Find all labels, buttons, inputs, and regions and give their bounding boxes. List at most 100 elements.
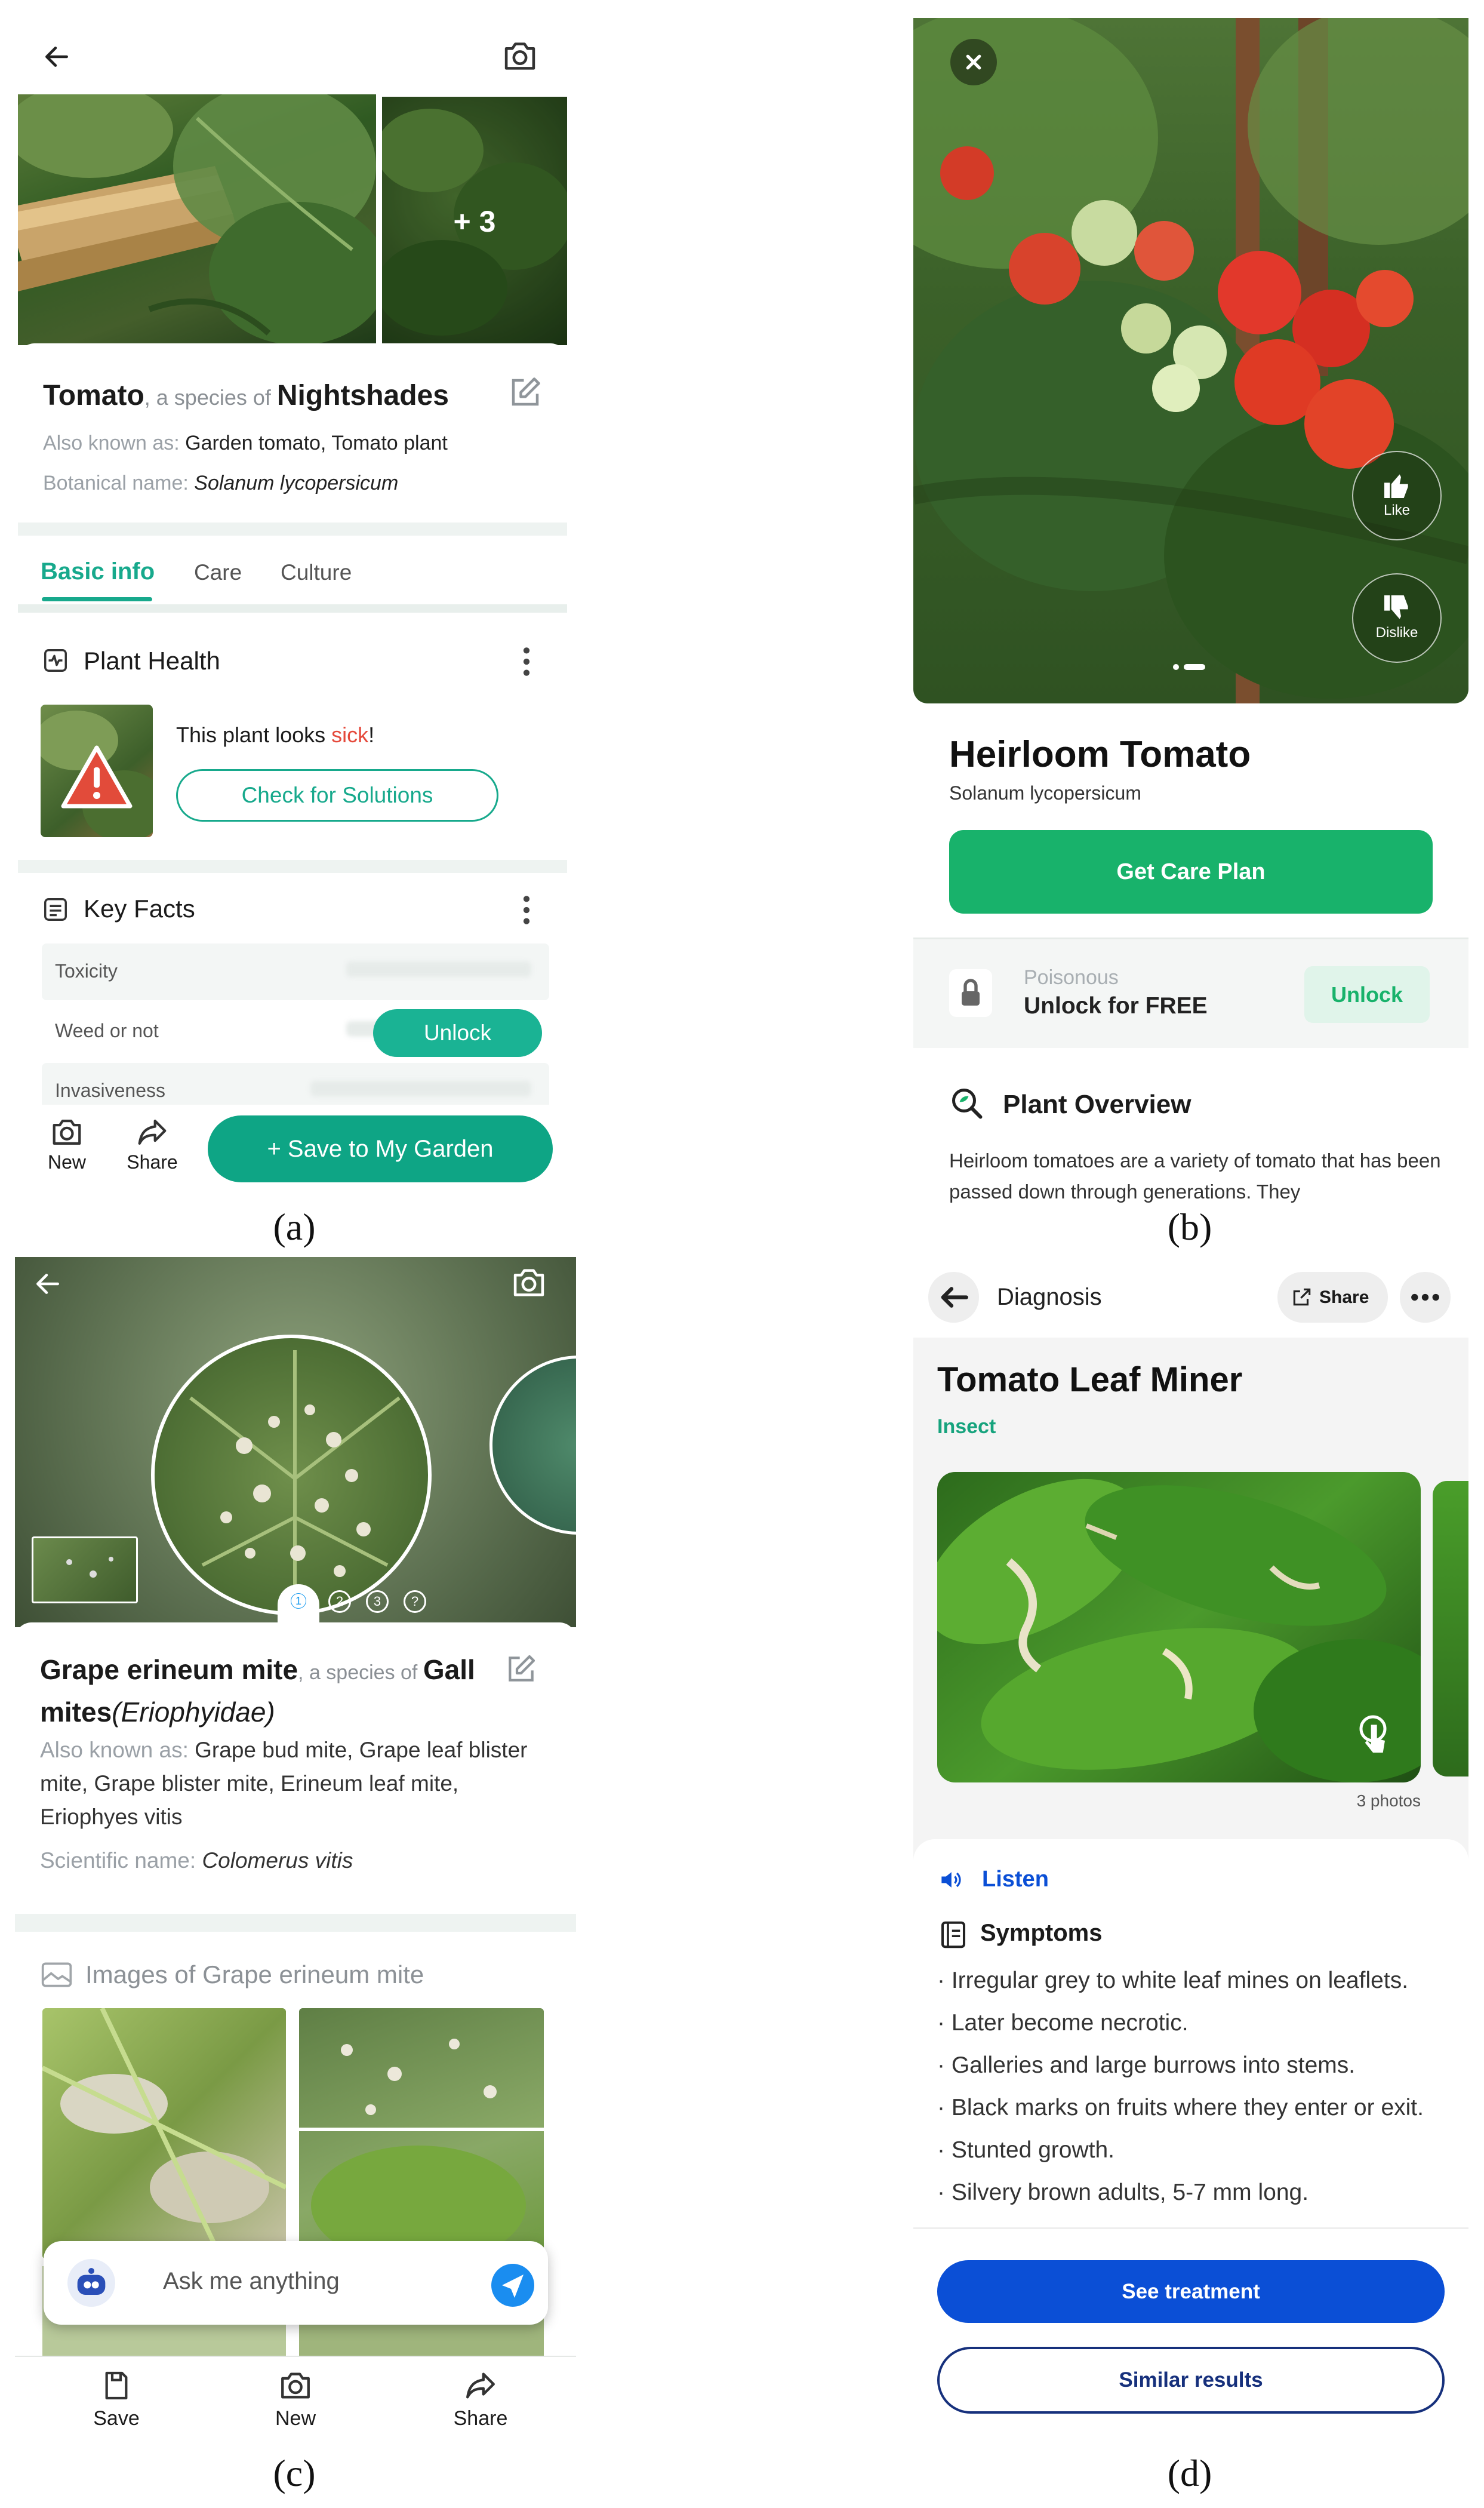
tab-culture[interactable]: Culture	[281, 560, 352, 585]
diagnosis-title: Tomato Leaf Miner	[937, 1360, 1243, 1399]
plant-info-card: Tomato, a species of Nightshades Also kn…	[18, 343, 567, 522]
camera-icon[interactable]	[510, 1266, 547, 1299]
new-button[interactable]: New	[43, 1117, 91, 1173]
pulse-icon	[42, 647, 69, 674]
caption-c: (c)	[273, 2452, 316, 2494]
panel-d: Diagnosis Share Tomato Leaf Miner Insect…	[913, 1257, 1468, 2508]
leaf-miner-photo[interactable]	[937, 1472, 1421, 1782]
unlock-label: Unlock	[423, 1021, 492, 1045]
like-button[interactable]: Like	[1352, 451, 1442, 540]
see-treatment-label: See treatment	[1122, 2280, 1260, 2303]
species-of-label: , a species of	[144, 385, 277, 410]
unlock-button[interactable]: Unlock	[373, 1009, 542, 1057]
share-icon	[138, 1119, 167, 1145]
page-2[interactable]: 2	[328, 1590, 351, 1613]
camera-icon[interactable]	[501, 39, 538, 73]
header-title: Diagnosis	[997, 1284, 1102, 1310]
gallery-image-1[interactable]	[42, 2008, 286, 2259]
fact-label: Toxicity	[55, 960, 118, 982]
botanical-label: Botanical name:	[43, 472, 195, 494]
caption-b: (b)	[1167, 1206, 1212, 1248]
new-label: New	[47, 1151, 86, 1173]
panel-b: Like Dislike Heirloom Tomato Solanum lyc…	[913, 0, 1468, 1212]
send-icon[interactable]	[491, 2264, 534, 2307]
tomato-photo[interactable]: Like Dislike	[913, 18, 1468, 703]
share-button[interactable]: Share	[119, 1117, 185, 1173]
dislike-label: Dislike	[1375, 625, 1418, 641]
more-horizontal-icon[interactable]	[1400, 1272, 1451, 1323]
tab-care[interactable]: Care	[194, 560, 242, 585]
care-plan-label: Get Care Plan	[1116, 859, 1266, 884]
images-icon	[40, 1960, 73, 1989]
back-button[interactable]	[928, 1272, 979, 1323]
fact-label: Weed or not	[55, 1020, 159, 1041]
more-vertical-icon[interactable]	[521, 645, 532, 678]
unlock-button[interactable]: Unlock	[1304, 966, 1430, 1023]
share-button[interactable]: Share	[1277, 1272, 1388, 1323]
tab-indicator	[42, 597, 152, 601]
close-icon[interactable]	[950, 39, 997, 85]
get-care-plan-button[interactable]: Get Care Plan	[949, 830, 1433, 914]
gallery-image-2[interactable]	[299, 2008, 544, 2259]
ask-placeholder: Ask me anything	[163, 2268, 340, 2294]
plant-family[interactable]: Nightshades	[277, 380, 449, 411]
more-photos-thumbnail[interactable]: + 3	[382, 97, 567, 345]
thumbs-up-icon	[1384, 474, 1408, 498]
nav-save[interactable]: Save	[81, 2369, 152, 2430]
plant-search-icon	[949, 1086, 985, 1121]
save-to-garden-label: + Save to My Garden	[267, 1136, 494, 1162]
symptom-item: · Black marks on fruits where they enter…	[937, 2095, 1424, 2120]
page-1[interactable]: 1	[291, 1593, 306, 1609]
symptom-text: Stunted growth.	[951, 2137, 1114, 2163]
aka-label: Also known as:	[40, 1738, 195, 1762]
edit-icon[interactable]	[504, 1652, 538, 1686]
camera-icon	[53, 1119, 81, 1145]
book-icon	[937, 1919, 969, 1951]
symptom-text: Later become necrotic.	[951, 2010, 1189, 2036]
mite-photo-carousel[interactable]	[15, 1257, 576, 1627]
lock-icon	[949, 969, 992, 1017]
edit-icon[interactable]	[507, 374, 543, 410]
more-vertical-icon[interactable]	[521, 893, 532, 927]
botanical-value: Solanum lycopersicum	[194, 472, 399, 494]
nav-share[interactable]: Share	[442, 2369, 519, 2430]
page-3[interactable]: 3	[366, 1590, 389, 1613]
list-icon	[42, 896, 69, 923]
similar-results-button[interactable]: Similar results	[937, 2347, 1445, 2414]
panel-a: + 3 Tomato, a species of Nightshades Als…	[18, 0, 573, 1212]
tab-basic-info[interactable]: Basic info	[41, 558, 155, 585]
sick-status-prefix: This plant looks	[176, 723, 332, 747]
dislike-button[interactable]: Dislike	[1352, 573, 1442, 663]
divider	[913, 2227, 1468, 2229]
save-to-garden-button[interactable]: + Save to My Garden	[208, 1115, 553, 1182]
panel-c: 1 2 3 ? Grape erineum mite, a species of…	[15, 1257, 576, 2508]
images-title: Images of Grape erineum mite	[85, 1960, 424, 1988]
caption-d: (d)	[1167, 2452, 1212, 2494]
photo-count: 3 photos	[1356, 1791, 1421, 1810]
overview-text: Heirloom tomatoes are a variety of tomat…	[949, 1150, 1441, 1203]
nav-new[interactable]: New	[260, 2369, 331, 2430]
mite-name: Grape erineum mite	[40, 1654, 298, 1685]
back-arrow-icon[interactable]	[42, 42, 72, 72]
tap-hand-icon[interactable]	[1349, 1711, 1397, 1759]
poisonous-label: Poisonous	[1024, 966, 1119, 989]
ask-bar[interactable]: Ask me anything	[44, 2241, 548, 2325]
check-solutions-button[interactable]: Check for Solutions	[176, 769, 498, 822]
scientific-label: Scientific name:	[40, 1848, 202, 1873]
fact-row-toxicity: Toxicity	[42, 943, 549, 1000]
page-unknown[interactable]: ?	[404, 1590, 426, 1613]
fact-label: Invasiveness	[55, 1080, 165, 1101]
share-icon	[466, 2372, 495, 2399]
symptoms-title: Symptoms	[980, 1920, 1103, 1946]
symptom-text: Galleries and large burrows into stems.	[951, 2052, 1356, 2078]
back-arrow-icon[interactable]	[33, 1269, 63, 1299]
plant-health-title: Plant Health	[84, 647, 220, 675]
sick-plant-thumbnail	[41, 705, 153, 837]
key-facts-title: Key Facts	[84, 895, 195, 923]
mite-family-latin: (Eriophyidae)	[112, 1696, 275, 1728]
next-photo-peek[interactable]	[1433, 1481, 1468, 1777]
see-treatment-button[interactable]: See treatment	[937, 2260, 1445, 2323]
main-plant-photo[interactable]	[18, 94, 376, 345]
thumbnail-photo[interactable]	[32, 1536, 138, 1603]
symptom-item: · Silvery brown adults, 5-7 mm long.	[937, 2180, 1309, 2205]
